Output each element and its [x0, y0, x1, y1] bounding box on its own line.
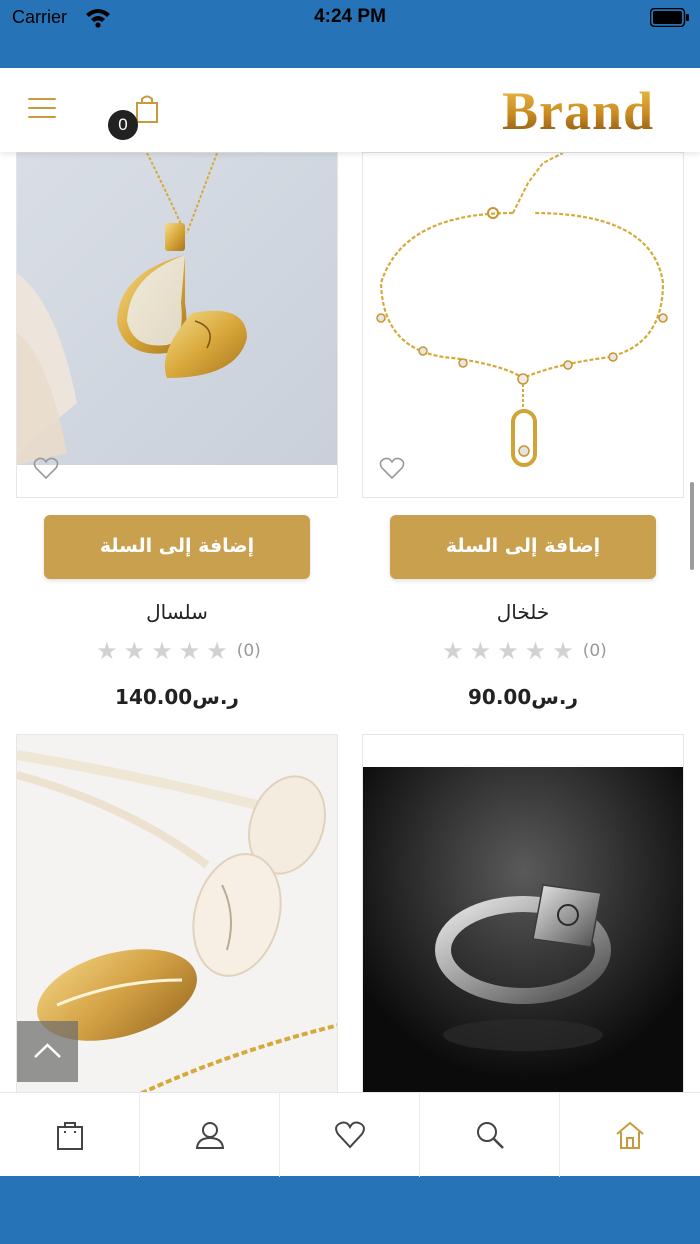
star-icon: ★ [151, 637, 173, 665]
nav-account[interactable] [140, 1093, 280, 1177]
rating-count: (0) [582, 641, 607, 661]
product-price: ر.س140.00 [115, 685, 239, 709]
star-icon: ★ [524, 637, 547, 665]
clock: 4:24 PM [314, 6, 386, 27]
bag-icon [57, 1122, 83, 1150]
add-to-cart-button[interactable]: إضافة إلى السلة [390, 515, 656, 579]
heart-icon [335, 1121, 365, 1149]
product-image-frame[interactable] [362, 734, 684, 1092]
ring-image [363, 735, 683, 1092]
star-icon: ★ [178, 637, 201, 665]
chevron-up-icon [34, 1043, 61, 1058]
wishlist-heart-icon[interactable] [379, 457, 405, 481]
star-icon: ★ [206, 637, 228, 665]
bottom-navigation [0, 1092, 700, 1177]
product-image-frame[interactable] [362, 152, 684, 498]
battery-icon [650, 8, 689, 27]
rating-stars: ★ ★ ★ ★ ★ (0) [16, 639, 338, 663]
app-screen: Carrier 4:24 PM 0 Brand إضافة إلى السلة … [0, 0, 700, 1244]
nav-home[interactable] [560, 1093, 700, 1177]
product-price: ر.س90.00 [468, 685, 578, 709]
anklet-image [363, 153, 683, 473]
app-header: 0 Brand [0, 68, 700, 152]
scroll-to-top-button[interactable] [17, 1021, 78, 1082]
star-icon: ★ [123, 637, 146, 665]
nav-cart[interactable] [0, 1093, 140, 1177]
cart-count-badge[interactable]: 0 [108, 110, 138, 140]
product-name[interactable]: سلسال [16, 600, 338, 624]
nav-search[interactable] [420, 1093, 560, 1177]
rating-count: (0) [236, 641, 261, 661]
star-icon: ★ [497, 637, 519, 665]
search-icon [477, 1122, 504, 1149]
wishlist-heart-icon[interactable] [33, 457, 59, 481]
product-grid: إضافة إلى السلة سلسال ★ ★ ★ ★ ★ (0) ر.س1… [0, 152, 700, 1092]
scrollbar[interactable] [690, 482, 694, 570]
star-icon: ★ [552, 637, 574, 665]
star-icon: ★ [442, 637, 464, 665]
star-icon: ★ [96, 637, 118, 665]
cart-icon[interactable] [134, 94, 160, 124]
user-icon [195, 1122, 225, 1149]
product-name[interactable]: خلخال [362, 600, 684, 624]
star-icon: ★ [469, 637, 492, 665]
home-icon [616, 1121, 644, 1149]
necklace-image [17, 153, 337, 465]
rating-stars: ★ ★ ★ ★ ★ (0) [362, 639, 684, 663]
status-bar: Carrier 4:24 PM [0, 0, 700, 68]
product-image-frame[interactable] [16, 152, 338, 498]
add-to-cart-button[interactable]: إضافة إلى السلة [44, 515, 310, 579]
nav-wishlist[interactable] [280, 1093, 420, 1177]
brand-logo[interactable]: Brand [502, 80, 654, 142]
menu-icon[interactable] [28, 98, 56, 120]
bottom-system-bar [0, 1176, 700, 1244]
